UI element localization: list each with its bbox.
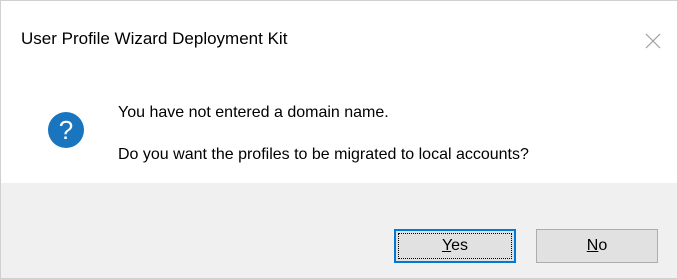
- no-label-rest: o: [598, 237, 608, 254]
- window-title: User Profile Wizard Deployment Kit: [21, 29, 288, 48]
- no-button[interactable]: No: [536, 229, 658, 263]
- focus-indicator: [398, 233, 512, 259]
- question-icon: ?: [48, 112, 84, 148]
- title-bar[interactable]: User Profile Wizard Deployment Kit: [1, 1, 677, 73]
- message-area: ? You have not entered a domain name. Do…: [1, 73, 677, 183]
- no-button-label: No: [587, 237, 607, 255]
- close-icon: [645, 33, 661, 49]
- button-bar: Yes No: [1, 183, 677, 278]
- no-mnemonic: N: [586, 237, 599, 254]
- svg-text:?: ?: [59, 115, 73, 145]
- message-box-dialog: User Profile Wizard Deployment Kit ? You…: [0, 0, 678, 279]
- message-text-primary: You have not entered a domain name.: [118, 104, 389, 121]
- yes-button[interactable]: Yes: [394, 229, 516, 263]
- message-text-question: Do you want the profiles to be migrated …: [118, 146, 529, 163]
- close-button[interactable]: [631, 1, 677, 73]
